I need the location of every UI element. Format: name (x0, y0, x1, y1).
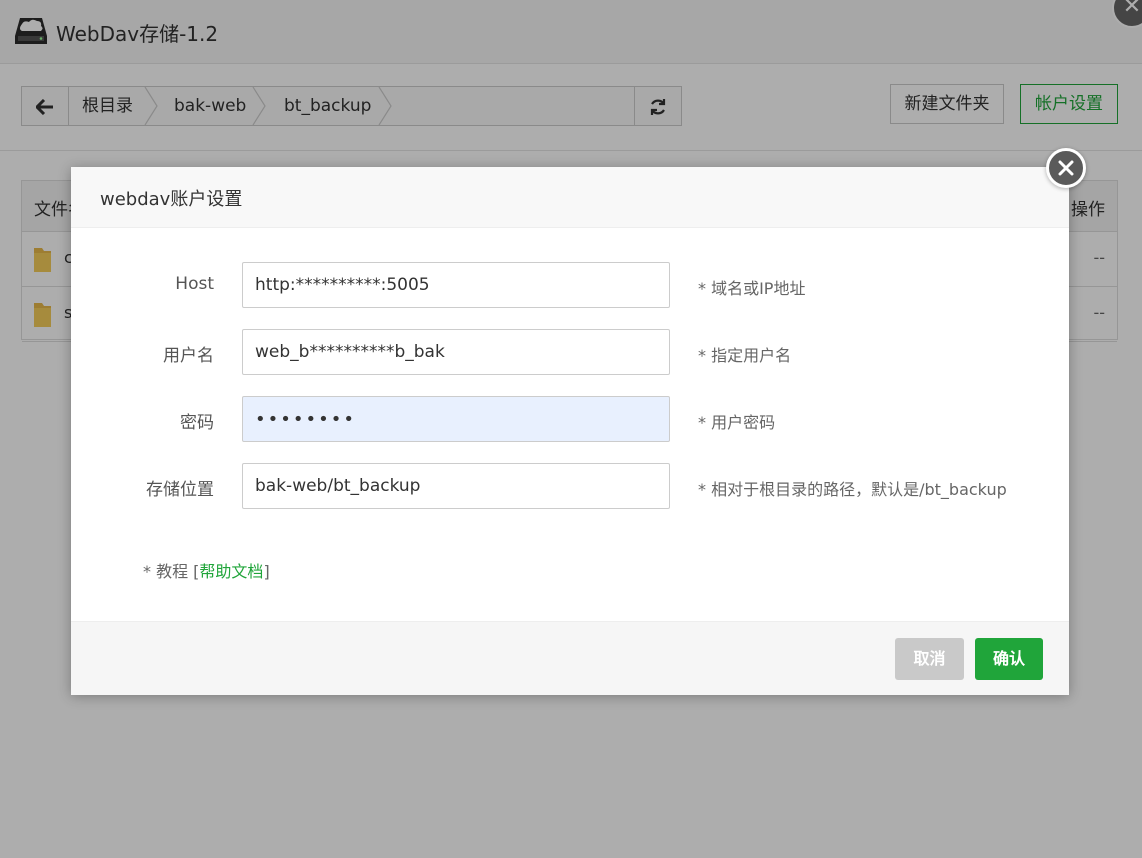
tutorial-suffix: ] (263, 562, 270, 581)
host-input[interactable] (242, 262, 670, 308)
storage-path-hint: * 相对于根目录的路径，默认是/bt_backup (698, 480, 1007, 499)
close-icon (1058, 160, 1074, 176)
dialog-header: webdav账户设置 (71, 167, 1069, 228)
storage-path-label: 存储位置 (146, 480, 214, 500)
storage-path-input[interactable] (242, 463, 670, 509)
tutorial-line: * 教程 [帮助文档] (143, 558, 270, 582)
password-input[interactable] (242, 396, 670, 442)
username-input[interactable] (242, 329, 670, 375)
account-settings-dialog: webdav账户设置 Host * 域名或IP地址 用户名 * 指定用户名 密码… (71, 148, 1086, 695)
password-hint: * 用户密码 (698, 413, 776, 432)
help-docs-link[interactable]: 帮助文档 (199, 562, 263, 581)
form-row-password: 密码 * 用户密码 (71, 396, 1069, 442)
host-hint: * 域名或IP地址 (698, 279, 806, 298)
password-label: 密码 (180, 413, 214, 433)
cancel-button[interactable]: 取消 (895, 638, 964, 680)
form-row-username: 用户名 * 指定用户名 (71, 329, 1069, 375)
dialog-title: webdav账户设置 (100, 189, 243, 210)
host-label: Host (175, 274, 214, 294)
confirm-button[interactable]: 确认 (975, 638, 1043, 680)
form-row-host: Host * 域名或IP地址 (71, 262, 1069, 308)
username-label: 用户名 (163, 346, 214, 366)
username-hint: * 指定用户名 (698, 346, 792, 365)
form-row-storage-path: 存储位置 * 相对于根目录的路径，默认是/bt_backup (71, 463, 1069, 509)
tutorial-prefix: * 教程 [ (143, 562, 200, 581)
dialog-footer: 取消 确认 (71, 621, 1069, 695)
dialog-close-button[interactable] (1046, 148, 1086, 188)
